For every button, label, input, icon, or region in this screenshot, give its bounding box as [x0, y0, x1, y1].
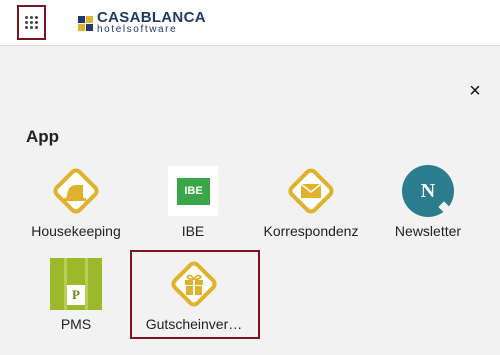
logo-name: CASABLANCA [97, 9, 206, 26]
close-icon[interactable]: × [466, 81, 484, 101]
app-housekeeping[interactable]: Housekeeping [16, 165, 136, 241]
app-gutscheinverwaltung[interactable]: Gutscheinver… [134, 258, 254, 334]
pms-icon: P [50, 258, 102, 310]
logo-subtitle: hotelsoftware [97, 24, 178, 35]
ibe-icon: IBE [167, 165, 219, 217]
app-label: Korrespondenz [263, 223, 359, 239]
iron-icon [50, 165, 102, 217]
app-label: Newsletter [394, 223, 462, 239]
envelope-icon [285, 165, 337, 217]
newsletter-icon: N [402, 165, 454, 217]
app-label: PMS [60, 316, 92, 332]
gift-icon [168, 258, 220, 310]
app-pms[interactable]: P PMS [16, 258, 136, 334]
app-ibe[interactable]: IBE IBE [133, 165, 253, 241]
app-label: Housekeeping [31, 223, 121, 239]
app-menu-button[interactable] [17, 5, 46, 40]
app-newsletter[interactable]: N Newsletter [368, 165, 488, 241]
grid-icon [25, 16, 38, 29]
logo-mark [78, 15, 93, 31]
section-title: App [26, 127, 60, 146]
casablanca-logo: CASABLANCA hotelsoftware [78, 10, 206, 36]
app-korrespondenz[interactable]: Korrespondenz [251, 165, 371, 241]
app-label: Gutscheinver… [145, 316, 243, 332]
app-label: IBE [181, 223, 205, 239]
top-header: CASABLANCA hotelsoftware [0, 0, 500, 46]
